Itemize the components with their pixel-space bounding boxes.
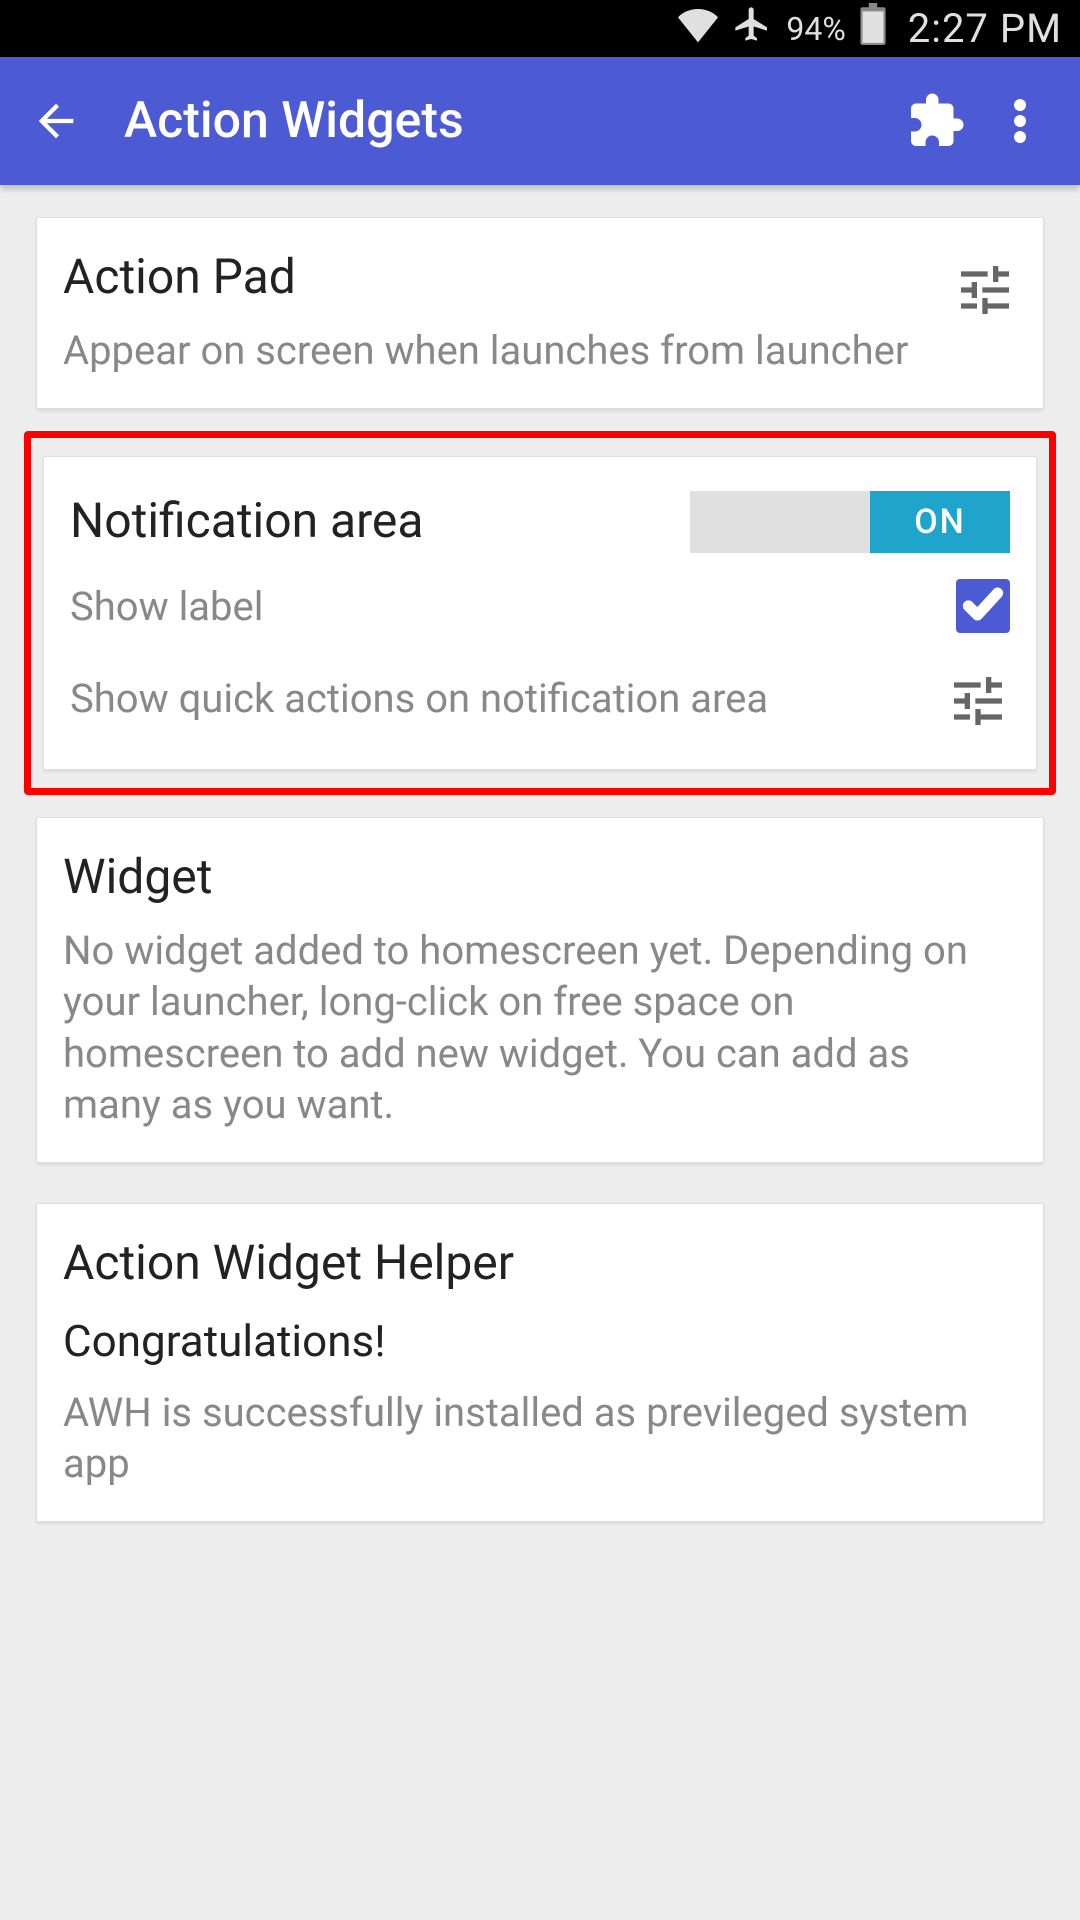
helper-subtitle: Congratulations! (63, 1315, 1017, 1367)
show-label-checkbox[interactable] (956, 579, 1010, 633)
action-pad-desc: Appear on screen when launches from laun… (63, 325, 929, 376)
notification-toggle[interactable]: ON (690, 491, 1010, 553)
highlight-annotation: Notification area ON Show label Show qui… (24, 431, 1056, 795)
clock: 2:27 PM (908, 5, 1062, 52)
tune-icon (946, 718, 1010, 737)
action-pad-title: Action Pad (63, 248, 929, 305)
overflow-menu-button[interactable] (984, 85, 1056, 157)
card-helper[interactable]: Action Widget Helper Congratulations! AW… (36, 1203, 1044, 1522)
extension-button[interactable] (900, 85, 972, 157)
status-bar: 94% 2:27 PM (0, 0, 1080, 57)
wifi-icon (678, 4, 718, 53)
check-icon (961, 582, 1005, 630)
quick-actions-text: Show quick actions on notification area (70, 673, 922, 724)
show-label-text: Show label (70, 581, 263, 632)
page-title: Action Widgets (124, 92, 888, 150)
tune-icon (953, 307, 1017, 326)
helper-title: Action Widget Helper (63, 1234, 1017, 1291)
helper-desc: AWH is successfully installed as previle… (63, 1387, 1017, 1489)
battery-icon (860, 3, 886, 54)
notification-title: Notification area (70, 492, 423, 549)
content: Action Pad Appear on screen when launche… (0, 185, 1080, 1554)
toggle-on-label: ON (870, 491, 1010, 553)
card-widget[interactable]: Widget No widget added to homescreen yet… (36, 817, 1044, 1163)
card-notification-area: Notification area ON Show label Show qui… (43, 456, 1037, 770)
widget-desc: No widget added to homescreen yet. Depen… (63, 925, 1017, 1130)
action-pad-settings-button[interactable] (953, 248, 1017, 326)
back-button[interactable] (24, 89, 88, 153)
app-bar: Action Widgets (0, 57, 1080, 185)
airplane-icon (732, 4, 772, 53)
battery-percent: 94% (786, 10, 845, 48)
widget-title: Widget (63, 848, 1017, 905)
card-action-pad[interactable]: Action Pad Appear on screen when launche… (36, 217, 1044, 409)
quick-actions-settings-button[interactable] (946, 659, 1010, 737)
